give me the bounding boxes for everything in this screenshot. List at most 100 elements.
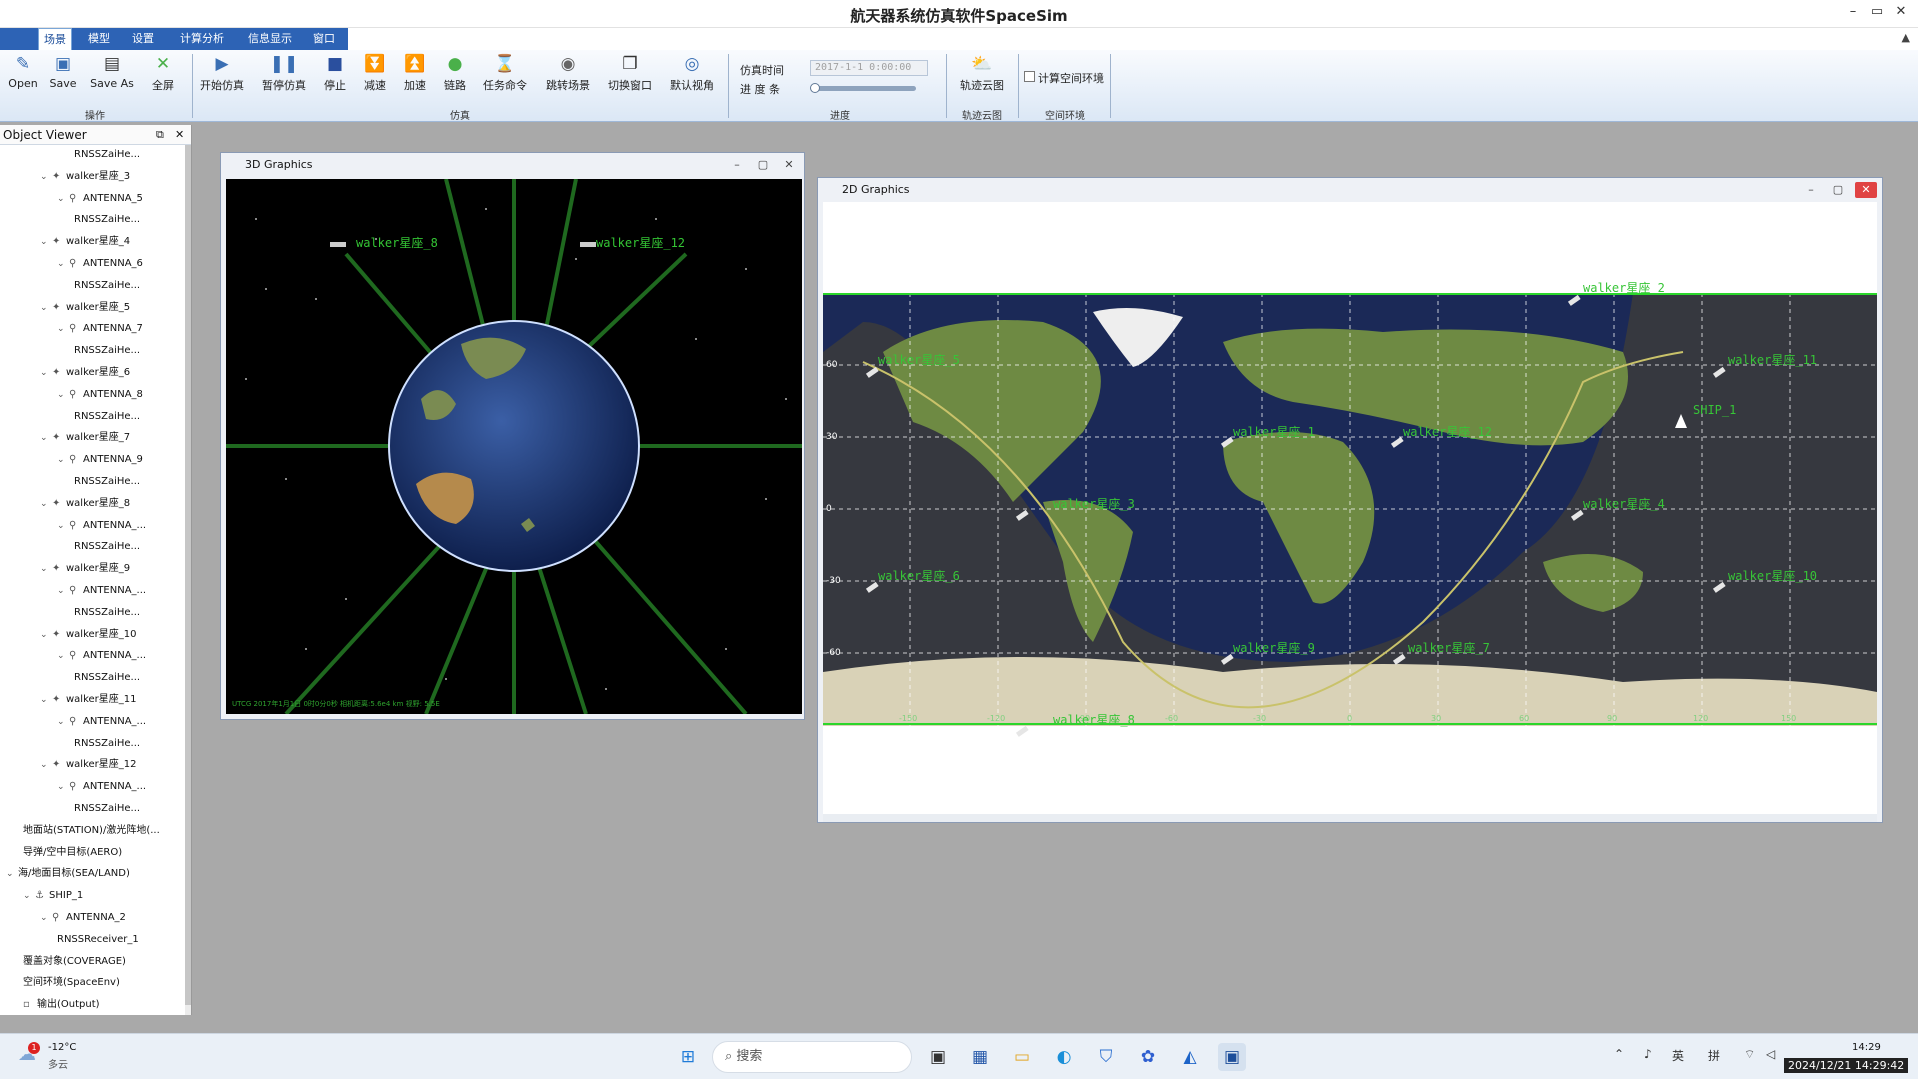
tree-item[interactable]: RNSSZaiHe... bbox=[74, 472, 140, 492]
close-icon[interactable]: ✕ bbox=[1855, 182, 1877, 198]
tree-scrollbar[interactable] bbox=[185, 145, 191, 1015]
chevron-down-icon[interactable]: ⌄ bbox=[40, 232, 52, 252]
menu-settings[interactable]: 设置 bbox=[126, 28, 160, 50]
tree-item[interactable]: ⌄ ✦ walker星座_11 bbox=[40, 690, 137, 710]
ribbon-collapse-icon[interactable]: ▲ bbox=[1902, 31, 1910, 44]
chevron-down-icon[interactable]: ⌄ bbox=[57, 516, 69, 536]
chevron-down-icon[interactable]: ⌄ bbox=[57, 254, 69, 274]
tree-item[interactable]: ⌄ ✦ walker星座_9 bbox=[40, 559, 130, 579]
shield-icon[interactable]: ⛉ bbox=[1092, 1043, 1120, 1071]
chevron-up-icon[interactable]: ⌃ bbox=[1614, 1047, 1624, 1061]
tree-item[interactable]: ⌄ ⚲ ANTENNA_6 bbox=[57, 254, 143, 274]
close-icon[interactable]: ✕ bbox=[175, 125, 184, 145]
spacesim-taskbar-icon[interactable]: ▣ bbox=[1218, 1043, 1246, 1071]
switch-window-button[interactable]: ❐ 切换窗口 bbox=[604, 54, 656, 93]
chevron-down-icon[interactable]: ⌄ bbox=[40, 908, 52, 928]
chevron-down-icon[interactable]: ⌄ bbox=[40, 690, 52, 710]
tree-item[interactable]: 导弹/空中目标(AERO) bbox=[23, 843, 122, 863]
maximize-icon[interactable]: ▢ bbox=[1827, 182, 1849, 198]
minimize-icon[interactable]: – bbox=[1800, 182, 1822, 198]
start-icon[interactable]: ⊞ bbox=[674, 1043, 702, 1071]
clock-time[interactable]: 14:29 bbox=[1852, 1042, 1881, 1053]
tree-item[interactable]: ⌄ ✦ walker星座_8 bbox=[40, 494, 130, 514]
tree-item[interactable]: RNSSZaiHe... bbox=[74, 145, 140, 165]
tree-item[interactable]: ⌄ ✦ walker星座_4 bbox=[40, 232, 130, 252]
minimize-icon[interactable]: – bbox=[726, 157, 748, 173]
tree-item[interactable]: RNSSReceiver_1 bbox=[57, 930, 139, 950]
chevron-down-icon[interactable]: ⌄ bbox=[40, 298, 52, 318]
progress-slider-knob[interactable] bbox=[810, 83, 820, 93]
menu-model[interactable]: 模型 bbox=[82, 28, 116, 50]
tree-item[interactable]: ⌄ ⚲ ANTENNA_... bbox=[57, 646, 146, 666]
chevron-down-icon[interactable]: ⌄ bbox=[57, 189, 69, 209]
photos-icon[interactable]: ◭ bbox=[1176, 1043, 1204, 1071]
chevron-down-icon[interactable]: ⌄ bbox=[57, 319, 69, 339]
chevron-down-icon[interactable]: ⌄ bbox=[40, 755, 52, 775]
fullscreen-button[interactable]: ✕ 全屏 bbox=[146, 54, 180, 93]
chevron-down-icon[interactable]: ⌄ bbox=[57, 385, 69, 405]
tree-item[interactable]: ⌄ ⚲ ANTENNA_... bbox=[57, 581, 146, 601]
tree-item[interactable]: 覆盖对象(COVERAGE) bbox=[23, 952, 126, 972]
stop-button[interactable]: ■ 停止 bbox=[320, 54, 350, 93]
tree-item[interactable]: ⌄ ⚲ ANTENNA_... bbox=[57, 777, 146, 797]
folder-icon[interactable]: ▭ bbox=[1008, 1043, 1036, 1071]
tree-item[interactable]: ⌄ ⚲ ANTENNA_... bbox=[57, 516, 146, 536]
tree-item[interactable]: RNSSZaiHe... bbox=[74, 668, 140, 688]
map-view[interactable]: 60 30 0 -30 -60 -150 -120 -90 -60 -30 0 … bbox=[823, 202, 1877, 822]
tree-item[interactable]: RNSSZaiHe... bbox=[74, 341, 140, 361]
tree-item[interactable]: RNSSZaiHe... bbox=[74, 799, 140, 819]
tree-item[interactable]: ⌄ ✦ walker星座_10 bbox=[40, 625, 137, 645]
chevron-down-icon[interactable]: ⌄ bbox=[40, 625, 52, 645]
chevron-down-icon[interactable]: ⌄ bbox=[57, 777, 69, 797]
chevron-down-icon[interactable]: ⌄ bbox=[57, 450, 69, 470]
start-sim-button[interactable]: ▶ 开始仿真 bbox=[196, 54, 248, 93]
tree-item[interactable]: 空间环境(SpaceEnv) bbox=[23, 973, 120, 993]
default-view-button[interactable]: ◎ 默认视角 bbox=[666, 54, 718, 93]
tree-item[interactable]: ⌄ ⚲ ANTENNA_8 bbox=[57, 385, 143, 405]
minimize-icon[interactable]: – bbox=[1842, 4, 1864, 19]
close-icon[interactable]: ✕ bbox=[1890, 4, 1912, 19]
ime-input[interactable]: 拼 bbox=[1708, 1047, 1720, 1064]
menu-window[interactable]: 窗口 bbox=[306, 28, 342, 50]
tree-item[interactable]: 地面站(STATION)/激光阵地(... bbox=[23, 821, 160, 841]
tree-item[interactable]: RNSSZaiHe... bbox=[74, 407, 140, 427]
tree-item[interactable]: ⌄ ⚲ ANTENNA_7 bbox=[57, 319, 143, 339]
chevron-down-icon[interactable]: ⌄ bbox=[57, 712, 69, 732]
wifi-icon[interactable]: ⌔ bbox=[1744, 1047, 1755, 1062]
chevron-down-icon[interactable]: ⌄ bbox=[57, 646, 69, 666]
progress-slider[interactable] bbox=[810, 83, 916, 93]
link-button[interactable]: ● 链路 bbox=[440, 54, 470, 93]
chevron-down-icon[interactable]: ⌄ bbox=[23, 886, 35, 906]
menu-scene[interactable]: 场景 bbox=[38, 28, 72, 50]
browser-icon[interactable]: ◐ bbox=[1050, 1043, 1078, 1071]
tree-item[interactable]: ⌄ ✦ walker星座_5 bbox=[40, 298, 130, 318]
tree-item[interactable]: ⌄ ⚲ ANTENNA_9 bbox=[57, 450, 143, 470]
chevron-down-icon[interactable]: ⌄ bbox=[6, 864, 18, 884]
tree-item[interactable]: RNSSZaiHe... bbox=[74, 210, 140, 230]
paw-icon[interactable]: ✿ bbox=[1134, 1043, 1162, 1071]
sim-time-field[interactable]: 2017-1-1 0:00:00 bbox=[810, 60, 928, 76]
save-button[interactable]: ▣ Save bbox=[46, 54, 80, 90]
tree-item[interactable]: RNSSZaiHe... bbox=[74, 734, 140, 754]
restore-icon[interactable]: ▭ bbox=[1866, 4, 1888, 19]
globe-view[interactable]: walker星座_8 walker星座_12 UTCG 2017年1月1日 0时… bbox=[226, 179, 802, 714]
open-button[interactable]: ✎ Open bbox=[6, 54, 40, 90]
tree-item[interactable]: ⌄ 海/地面目标(SEA/LAND) bbox=[6, 864, 130, 884]
chevron-down-icon[interactable]: ⌄ bbox=[57, 581, 69, 601]
tree-item[interactable]: ⌄ ✦ walker星座_6 bbox=[40, 363, 130, 383]
tree-item[interactable]: RNSSZaiHe... bbox=[74, 603, 140, 623]
tree-item[interactable]: RNSSZaiHe... bbox=[74, 276, 140, 296]
chevron-down-icon[interactable]: ⌄ bbox=[40, 428, 52, 448]
ime-mode[interactable]: 英 bbox=[1672, 1047, 1684, 1064]
close-icon[interactable]: ✕ bbox=[778, 157, 800, 173]
tree-item[interactable]: ⌄ ⚲ ANTENNA_2 bbox=[40, 908, 126, 928]
tree-item[interactable]: ⌄ ⚓ SHIP_1 bbox=[23, 886, 83, 906]
microphone-icon[interactable]: ♪ bbox=[1644, 1047, 1652, 1061]
pause-sim-button[interactable]: ❚❚ 暂停仿真 bbox=[258, 54, 310, 93]
store-icon[interactable]: ▦ bbox=[966, 1043, 994, 1071]
chevron-down-icon[interactable]: ⌄ bbox=[40, 494, 52, 514]
volume-icon[interactable]: ◁ bbox=[1766, 1047, 1775, 1061]
taskbar-search[interactable]: ⌕ 搜索 bbox=[712, 1041, 912, 1073]
pin-icon[interactable]: ⧉ bbox=[156, 125, 164, 145]
task-view-icon[interactable]: ▣ bbox=[924, 1043, 952, 1071]
